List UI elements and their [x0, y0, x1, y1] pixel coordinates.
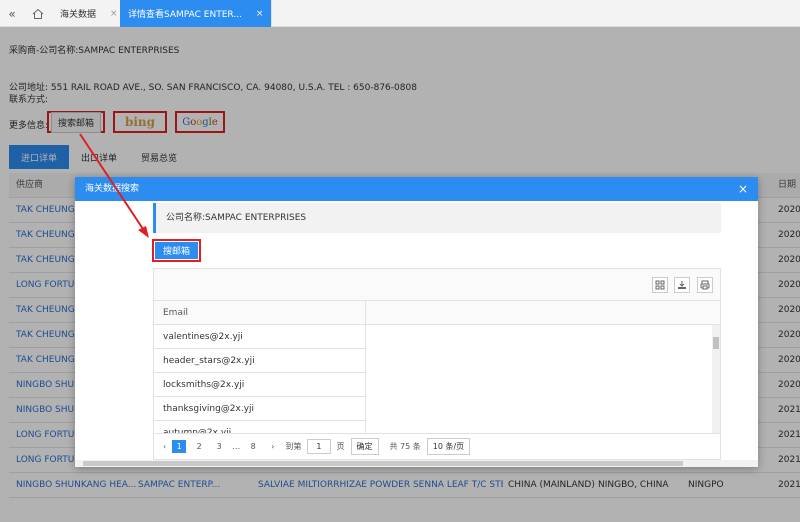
modal-header: 海关数据搜索 × [75, 177, 758, 201]
table-toolbar [154, 269, 720, 301]
horizontal-scrollbar[interactable] [75, 460, 758, 467]
email-list: valentines@2x.yji header_stars@2x.yji lo… [154, 325, 720, 433]
goto-confirm-button[interactable]: 确定 [350, 438, 379, 455]
close-icon[interactable]: × [738, 177, 748, 201]
table-row: header_stars@2x.yji [154, 349, 366, 373]
goto-page-input[interactable]: 1 [307, 439, 331, 454]
home-icon[interactable] [26, 0, 50, 27]
next-page-icon[interactable]: › [271, 442, 274, 451]
columns-icon[interactable] [652, 277, 668, 293]
scroll-thumb[interactable] [713, 337, 719, 349]
email-column-header[interactable]: Email [154, 301, 366, 325]
tab-detail-view[interactable]: 详情查看SAMPAC ENTER... × [120, 0, 273, 27]
header-filler [366, 301, 720, 325]
page-button[interactable]: 1 [172, 440, 187, 453]
table-row: locksmiths@2x.yji [154, 373, 366, 397]
vertical-scrollbar[interactable] [712, 325, 720, 433]
page-suffix: 页 [336, 442, 345, 451]
pagination: ‹ 1 2 3 … 8 › 到第 1 页 确定 共 75 条 10 条/页 [154, 433, 720, 459]
modal-title: 海关数据搜索 [85, 184, 140, 194]
tab-label: 海关数据 [60, 10, 97, 20]
search-email-button[interactable]: 搜邮箱 [155, 242, 198, 259]
goto-label: 到第 [285, 442, 302, 451]
table-row: valentines@2x.yji [154, 325, 366, 349]
tab-label: 详情查看SAMPAC ENTER... [128, 10, 242, 20]
collapse-icon[interactable]: « [0, 0, 24, 27]
page-button[interactable]: 2 [192, 442, 206, 451]
tab-customs-data[interactable]: 海关数据 × [52, 0, 127, 27]
company-info-bar: 公司名称:SAMPAC ENTERPRISES [153, 203, 721, 233]
page-size-select[interactable]: 10 条/页 [426, 438, 471, 455]
close-icon[interactable]: × [110, 9, 118, 19]
close-icon[interactable]: × [256, 9, 264, 19]
page-button[interactable]: 3 [212, 442, 226, 451]
scroll-thumb[interactable] [83, 461, 683, 466]
table-row: thanksgiving@2x.yji [154, 397, 366, 421]
export-icon[interactable] [674, 277, 690, 293]
email-table: Email valentines@2x.yji header_stars@2x.… [153, 268, 721, 460]
page-button[interactable]: 8 [246, 442, 260, 451]
print-icon[interactable] [697, 277, 713, 293]
customs-search-modal: 海关数据搜索 × 公司名称:SAMPAC ENTERPRISES 搜邮箱 Ema… [75, 177, 758, 467]
table-row: autumn@2x.yji [154, 421, 366, 433]
total-count: 共 75 条 [389, 442, 421, 451]
page-ellipsis: … [232, 442, 241, 451]
search-email-highlight: 搜邮箱 [152, 239, 201, 262]
prev-page-icon[interactable]: ‹ [163, 442, 166, 451]
tab-bar: « 海关数据 × 详情查看SAMPAC ENTER... × [0, 0, 800, 27]
